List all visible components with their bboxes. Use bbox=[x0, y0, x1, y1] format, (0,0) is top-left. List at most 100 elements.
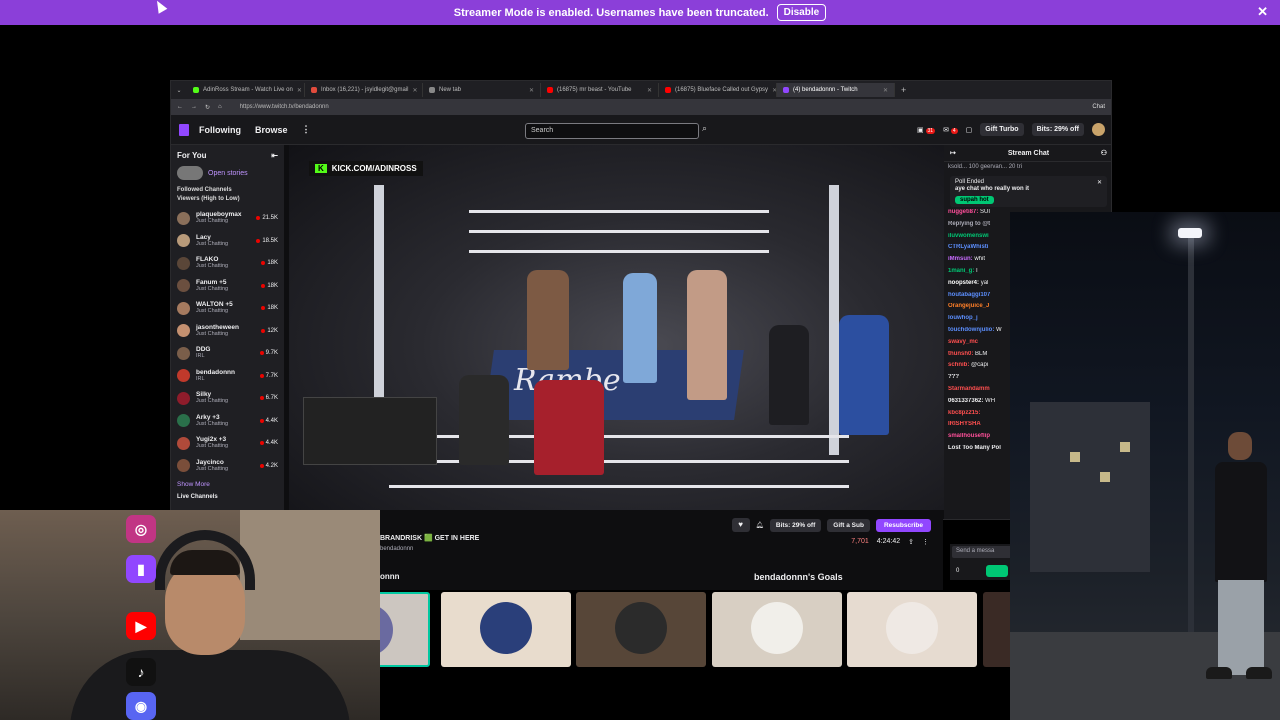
new-tab-button[interactable]: + bbox=[901, 85, 906, 95]
stream-subtitle[interactable]: bendadonnn bbox=[380, 546, 413, 552]
nav-following[interactable]: Following bbox=[199, 125, 241, 135]
sidebar-channel[interactable]: FLAKO Just Chatting 18K bbox=[171, 252, 284, 275]
chat-username[interactable]: iluvwomenswi bbox=[948, 233, 989, 239]
channel-username[interactable]: onnn bbox=[380, 572, 400, 581]
clip-thumbnail[interactable] bbox=[847, 592, 977, 667]
tab-list-icon[interactable]: ⌄ bbox=[171, 87, 187, 94]
chat-username[interactable]: thunsh0: bbox=[948, 351, 973, 357]
browser-tab[interactable]: New tab ✕ bbox=[423, 83, 541, 97]
video-player[interactable]: KKICK.COM/ADINROSS Rambe bbox=[289, 145, 944, 510]
tab-close-icon[interactable]: ✕ bbox=[879, 87, 888, 94]
chat-send-button[interactable] bbox=[986, 565, 1008, 577]
chat-username[interactable]: 0631337362: bbox=[948, 398, 983, 404]
browser-tab[interactable]: AdinRoss Stream - Watch Live on ✕ bbox=[187, 83, 305, 97]
chat-username[interactable]: Lost Too Many Pol bbox=[948, 445, 1001, 451]
tab-close-icon[interactable]: ✕ bbox=[525, 87, 534, 94]
chat-username[interactable]: smallhouseflip bbox=[948, 433, 990, 439]
collapse-chat-icon[interactable]: ↦ bbox=[950, 149, 956, 157]
user-avatar[interactable] bbox=[1092, 123, 1105, 136]
chat-username[interactable]: iMmsun: bbox=[948, 256, 973, 262]
chat-username[interactable]: IRISHYSHA bbox=[948, 421, 981, 427]
bits-button[interactable]: Bits: 29% off bbox=[1031, 123, 1084, 136]
chat-username[interactable]: touchdownjulio: bbox=[948, 327, 994, 333]
chat-username[interactable]: swavy_mc bbox=[948, 339, 978, 345]
forward-icon[interactable]: → bbox=[191, 104, 197, 110]
streamer-mode-banner: Streamer Mode is enabled. Usernames have… bbox=[0, 0, 1280, 25]
clip-thumbnail[interactable] bbox=[982, 592, 1013, 667]
sidebar-channel[interactable]: bendadonnn IRL 7.7K bbox=[171, 365, 284, 388]
sidebar-channel[interactable]: Lacy Just Chatting 18.5K bbox=[171, 230, 284, 253]
clip-thumbnail[interactable] bbox=[576, 592, 706, 667]
chat-username[interactable]: nuggeti87: bbox=[948, 209, 978, 215]
tab-close-icon[interactable]: ✕ bbox=[643, 87, 652, 94]
url-field[interactable]: https://www.twitch.tv/bendadonnn bbox=[240, 104, 329, 110]
close-poll-icon[interactable]: ✕ bbox=[1097, 179, 1102, 186]
sidebar-channel[interactable]: Jaycinco Just Chatting 4.2K bbox=[171, 455, 284, 478]
share-icon[interactable]: ⇪ bbox=[908, 538, 914, 546]
close-icon[interactable]: ✕ bbox=[1257, 4, 1268, 20]
tab-close-icon[interactable]: ✕ bbox=[408, 87, 417, 94]
browser-tab[interactable]: (16875) Blueface Called out Gypsy ✕ bbox=[659, 83, 777, 97]
home-icon[interactable]: ⌂ bbox=[218, 104, 222, 110]
inbox-icon[interactable]: ✉ 4 bbox=[943, 126, 958, 134]
reload-icon[interactable]: ↻ bbox=[205, 104, 210, 111]
search-icon[interactable]: ⌕ bbox=[702, 123, 716, 139]
chat-username[interactable]: ??? bbox=[948, 374, 959, 380]
chat-username[interactable]: schnib: bbox=[948, 362, 969, 368]
chat-username[interactable]: kbc8pz215: bbox=[948, 410, 980, 416]
back-icon[interactable]: ← bbox=[177, 104, 183, 110]
building bbox=[1030, 402, 1150, 572]
chat-users-icon[interactable]: ⚇ bbox=[1101, 149, 1107, 157]
sidebar-channel[interactable]: Yugi2x +3 Just Chatting 4.4K bbox=[171, 432, 284, 455]
live-dot-icon bbox=[259, 373, 264, 378]
sidebar-channel[interactable]: Arky +3 Just Chatting 4.4K bbox=[171, 410, 284, 433]
chat-username[interactable]: Orangejuice_J bbox=[948, 303, 989, 309]
live-dot-icon bbox=[261, 283, 266, 288]
channel-points[interactable]: 0 bbox=[956, 568, 959, 574]
sidebar-channel[interactable]: DDG IRL 9.7K bbox=[171, 342, 284, 365]
resubscribe-button[interactable]: Resubscribe bbox=[875, 518, 931, 532]
character-legs bbox=[1218, 580, 1264, 675]
bits-offer-button[interactable]: Bits: 29% off bbox=[769, 518, 822, 532]
sidebar-channel[interactable]: plaqueboymax Just Chatting 21.5K bbox=[171, 207, 284, 230]
tab-close-icon[interactable]: ✕ bbox=[293, 87, 302, 94]
browser-tab[interactable]: (4) bendadonnn - Twitch ✕ bbox=[777, 83, 895, 97]
sidebar-channel[interactable]: WALTON +5 Just Chatting 18K bbox=[171, 297, 284, 320]
browser-chat-button[interactable]: Chat bbox=[1092, 104, 1105, 110]
open-stories-link[interactable]: Open stories bbox=[171, 164, 284, 182]
collapse-sidebar-icon[interactable]: ⇤ bbox=[271, 151, 278, 160]
nav-browse[interactable]: Browse bbox=[255, 125, 288, 135]
more-icon[interactable]: ⋮ bbox=[302, 124, 311, 135]
chat-username[interactable]: 1mani_g: bbox=[948, 268, 974, 274]
tab-favicon-icon bbox=[665, 87, 671, 93]
show-more-link[interactable]: Show More bbox=[171, 477, 284, 492]
channel-category: Just Chatting bbox=[196, 263, 229, 270]
tab-close-icon[interactable]: ✕ bbox=[768, 87, 776, 94]
browser-tab[interactable]: (16875) mr beast - YouTube ✕ bbox=[541, 83, 659, 97]
chat-username[interactable]: noopster4: bbox=[948, 280, 979, 286]
notifications-icon[interactable]: ▣ 31 bbox=[917, 126, 936, 134]
gift-turbo-button[interactable]: Gift Turbo bbox=[980, 123, 1024, 136]
chat-username[interactable]: Starmandamm bbox=[948, 386, 990, 392]
whispers-icon[interactable]: ▢ bbox=[966, 126, 973, 134]
sidebar-channel[interactable]: jasontheween Just Chatting 12K bbox=[171, 320, 284, 343]
clip-thumbnail[interactable] bbox=[440, 592, 571, 667]
twitch-logo-icon[interactable] bbox=[179, 123, 189, 136]
chat-username[interactable]: louwhop_j bbox=[948, 315, 978, 321]
more-options-icon[interactable]: ⋮ bbox=[922, 538, 929, 546]
browser-tab[interactable]: Inbox (16,221) - jsyidlegit@gmail ✕ bbox=[305, 83, 423, 97]
search-input[interactable]: Search bbox=[525, 123, 699, 139]
chat-username[interactable]: CTRLyaWhisti bbox=[948, 244, 988, 250]
chat-username[interactable]: houtabaggi107 bbox=[948, 292, 990, 298]
notification-bell-icon[interactable]: 🔔︎ bbox=[756, 521, 764, 529]
gift-sub-button[interactable]: Gift a Sub bbox=[827, 518, 870, 532]
disable-button[interactable]: Disable bbox=[776, 4, 827, 21]
follow-heart-icon[interactable]: ♥ bbox=[731, 518, 750, 532]
chat-username[interactable]: Replying to @t bbox=[948, 221, 990, 227]
sort-label[interactable]: Viewers (High to Low) bbox=[177, 195, 278, 204]
sidebar-channel[interactable]: Silky Just Chatting 6.7K bbox=[171, 387, 284, 410]
chat-input[interactable]: Send a messa bbox=[952, 546, 1012, 558]
clip-thumbnail[interactable] bbox=[711, 592, 842, 667]
sidebar-channel[interactable]: Fanum +5 Just Chatting 18K bbox=[171, 275, 284, 298]
channel-name: jasontheween bbox=[196, 323, 239, 331]
